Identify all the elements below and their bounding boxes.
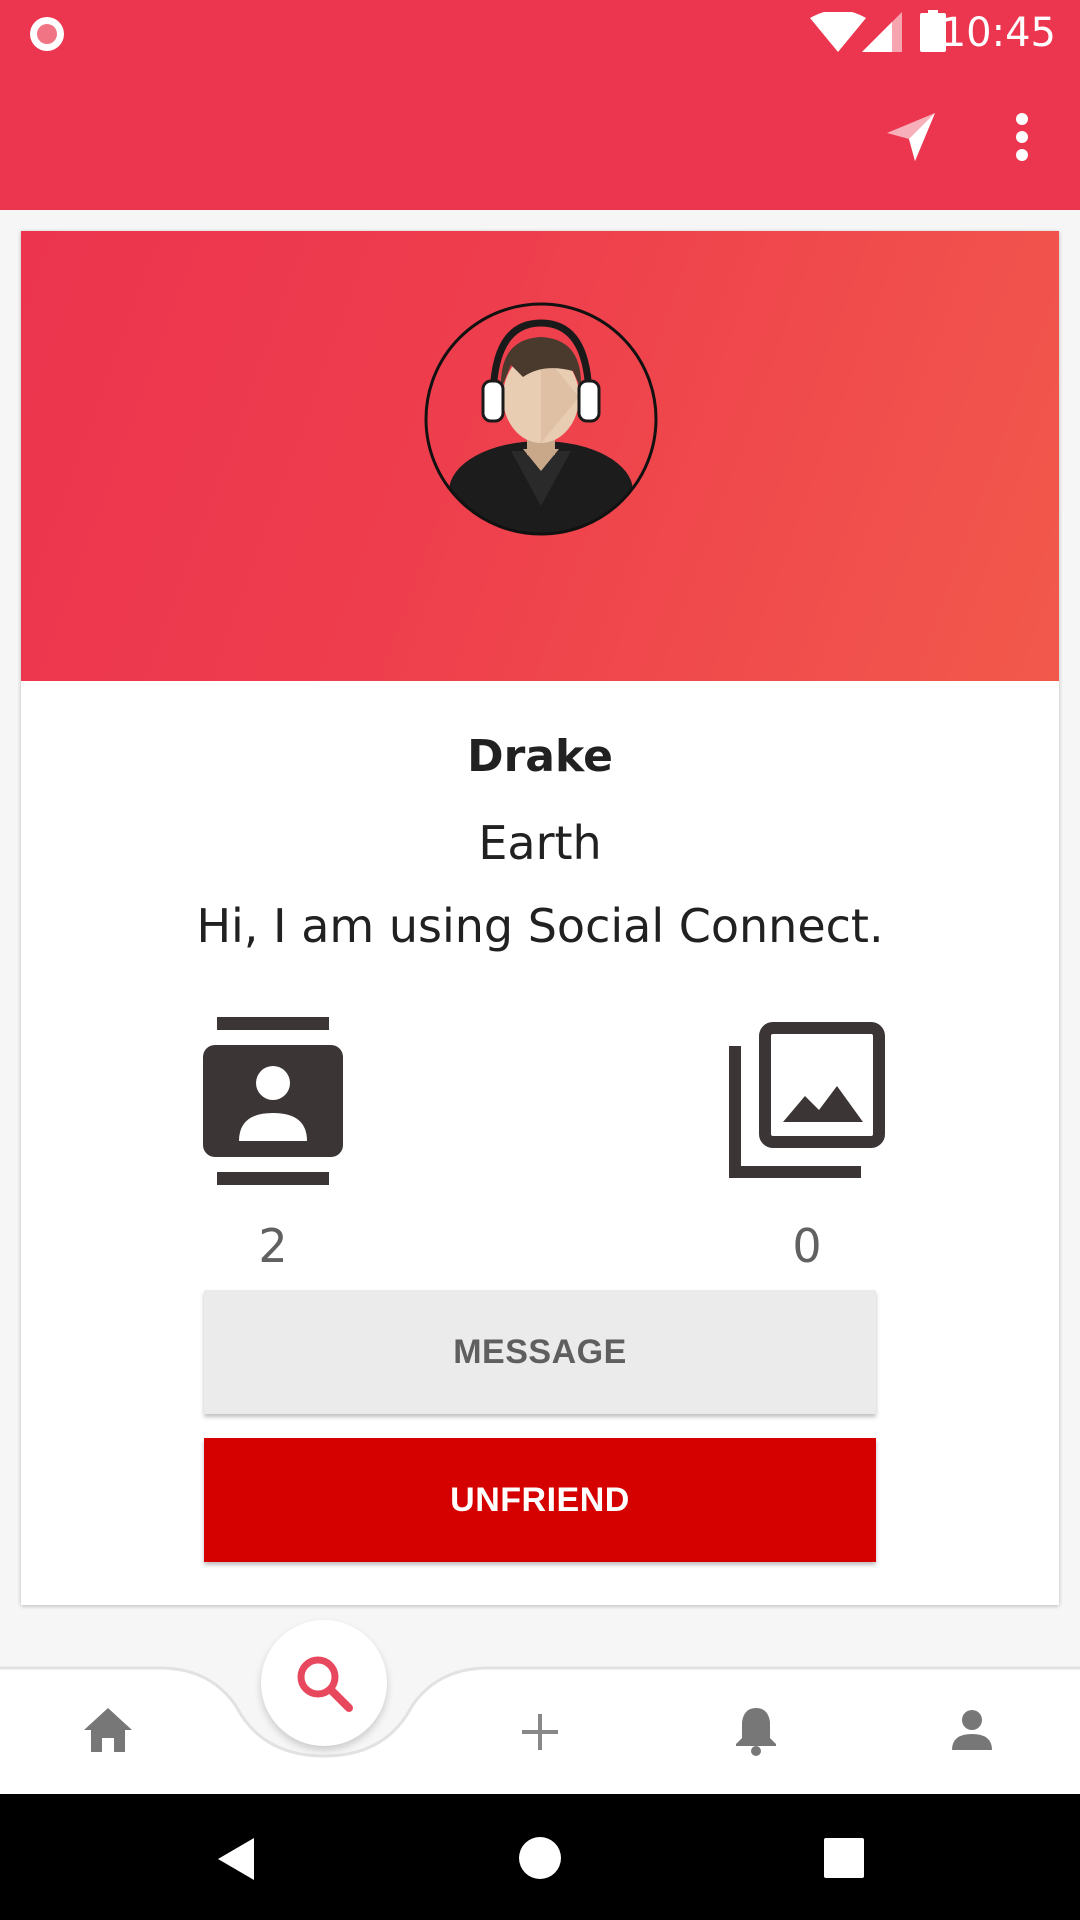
status-bar: 10:45 (0, 0, 1080, 63)
profile-bio: Hi, I am using Social Connect. (196, 899, 884, 953)
notification-dot-icon (30, 17, 64, 51)
unfriend-button[interactable]: UNFRIEND (204, 1438, 876, 1562)
search-fab[interactable] (261, 1620, 387, 1746)
signal-icon (862, 12, 902, 52)
search-icon (297, 1656, 353, 1712)
photo-library-icon[interactable] (729, 1022, 885, 1178)
message-button[interactable]: MESSAGE (204, 1290, 876, 1414)
profile-location: Earth (478, 816, 602, 870)
home-circle-icon[interactable] (518, 1836, 562, 1880)
home-icon[interactable] (82, 1706, 134, 1754)
recents-icon[interactable] (824, 1838, 864, 1878)
bell-icon[interactable] (734, 1704, 778, 1756)
unfriend-button-label: UNFRIEND (450, 1480, 630, 1519)
contacts-icon[interactable] (203, 1017, 343, 1185)
photos-count: 0 (792, 1219, 822, 1273)
send-icon[interactable] (885, 111, 937, 163)
back-icon[interactable] (216, 1836, 256, 1882)
message-button-label: MESSAGE (453, 1332, 627, 1371)
wifi-icon (810, 12, 866, 52)
app-bar (0, 63, 1080, 210)
friends-count: 2 (258, 1219, 288, 1273)
person-icon[interactable] (950, 1708, 994, 1752)
status-time: 10:45 (940, 10, 1056, 56)
profile-header (21, 231, 1059, 681)
system-navigation-bar (0, 1794, 1080, 1920)
profile-card: Drake Earth Hi, I am using Social Connec… (21, 231, 1059, 1605)
add-icon[interactable] (520, 1712, 560, 1752)
avatar[interactable] (423, 301, 659, 537)
more-vert-icon[interactable] (1010, 111, 1034, 163)
profile-name: Drake (467, 731, 613, 782)
